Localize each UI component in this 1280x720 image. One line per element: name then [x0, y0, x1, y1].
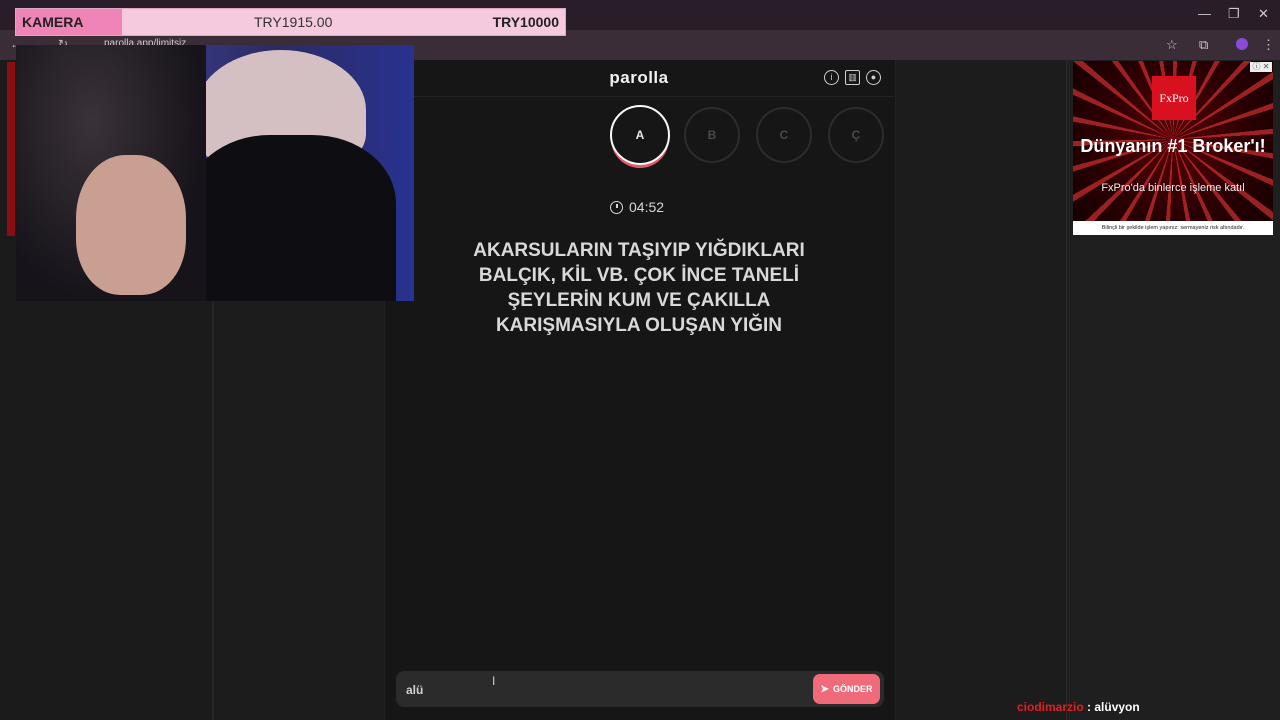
browser-menu-icon[interactable]: ⋮: [1262, 37, 1275, 53]
webcam-feed: [16, 45, 414, 301]
timer-value: 04:52: [629, 199, 665, 215]
ad-headline: Dünyanın #1 Broker'ı!: [1080, 136, 1266, 156]
chat-separator: :: [1083, 700, 1095, 714]
answer-input[interactable]: [404, 679, 788, 701]
left-ad-banner[interactable]: [7, 62, 15, 236]
goal-amount: TRY10000: [492, 14, 559, 30]
profile-icon[interactable]: ●: [866, 70, 881, 85]
letter-circle-a: A: [610, 105, 670, 165]
kamera-label: KAMERA: [16, 9, 122, 35]
chat-text: alüvyon: [1094, 700, 1140, 714]
letter-circle-c-cedilla: Ç: [828, 107, 884, 163]
ad-subtext: FxPro'da binlerce işleme katıl: [1101, 182, 1245, 194]
chat-username: ciodimarzio: [1017, 700, 1084, 714]
answer-bar: ➤ GÖNDER: [396, 671, 884, 707]
bookmark-star-icon[interactable]: ☆: [1166, 37, 1178, 53]
ad-close-icon[interactable]: ⓘ ✕: [1250, 62, 1272, 72]
minimize-icon[interactable]: —: [1198, 6, 1211, 21]
profile-avatar-icon[interactable]: [1236, 38, 1248, 50]
webcam-face: [76, 155, 186, 295]
clock-icon: [610, 200, 623, 214]
question-text: AKARSULARIN TAŞIYIP YIĞDIKLARI BALÇIK, K…: [473, 240, 805, 336]
letter-circle-c: C: [756, 107, 812, 163]
stats-icon[interactable]: ▥: [845, 70, 860, 85]
close-window-icon[interactable]: ✕: [1258, 6, 1269, 22]
webcam-body: [186, 135, 396, 301]
restore-icon[interactable]: ❐: [1228, 6, 1240, 22]
text-cursor-icon: I: [492, 674, 496, 688]
ad-logo: FxPro: [1152, 76, 1196, 120]
current-amount: TRY1915.00: [254, 14, 333, 30]
app-header: parolla i ▥ ●: [384, 60, 894, 97]
info-icon[interactable]: i: [824, 70, 839, 85]
app-logo[interactable]: parolla: [384, 68, 894, 88]
send-arrow-icon: ➤: [820, 683, 829, 695]
timer: 04:52: [610, 199, 664, 215]
letter-circle-b: B: [684, 107, 740, 163]
send-button[interactable]: ➤ GÖNDER: [813, 674, 880, 704]
right-inner-margin: [895, 60, 1066, 720]
send-button-label: GÖNDER: [832, 684, 873, 694]
extensions-icon[interactable]: ⧉: [1199, 37, 1208, 53]
ad-disclaimer: Bilinçli bir şekilde işlem yapınız: serm…: [1073, 221, 1273, 235]
fxpro-ad[interactable]: FxPro Dünyanın #1 Broker'ı! FxPro'da bin…: [1073, 61, 1273, 235]
chat-message: ciodimarzio : alüvyon: [1017, 700, 1140, 714]
kamera-goal-bar: KAMERA TRY1915.00 TRY10000: [15, 8, 566, 36]
